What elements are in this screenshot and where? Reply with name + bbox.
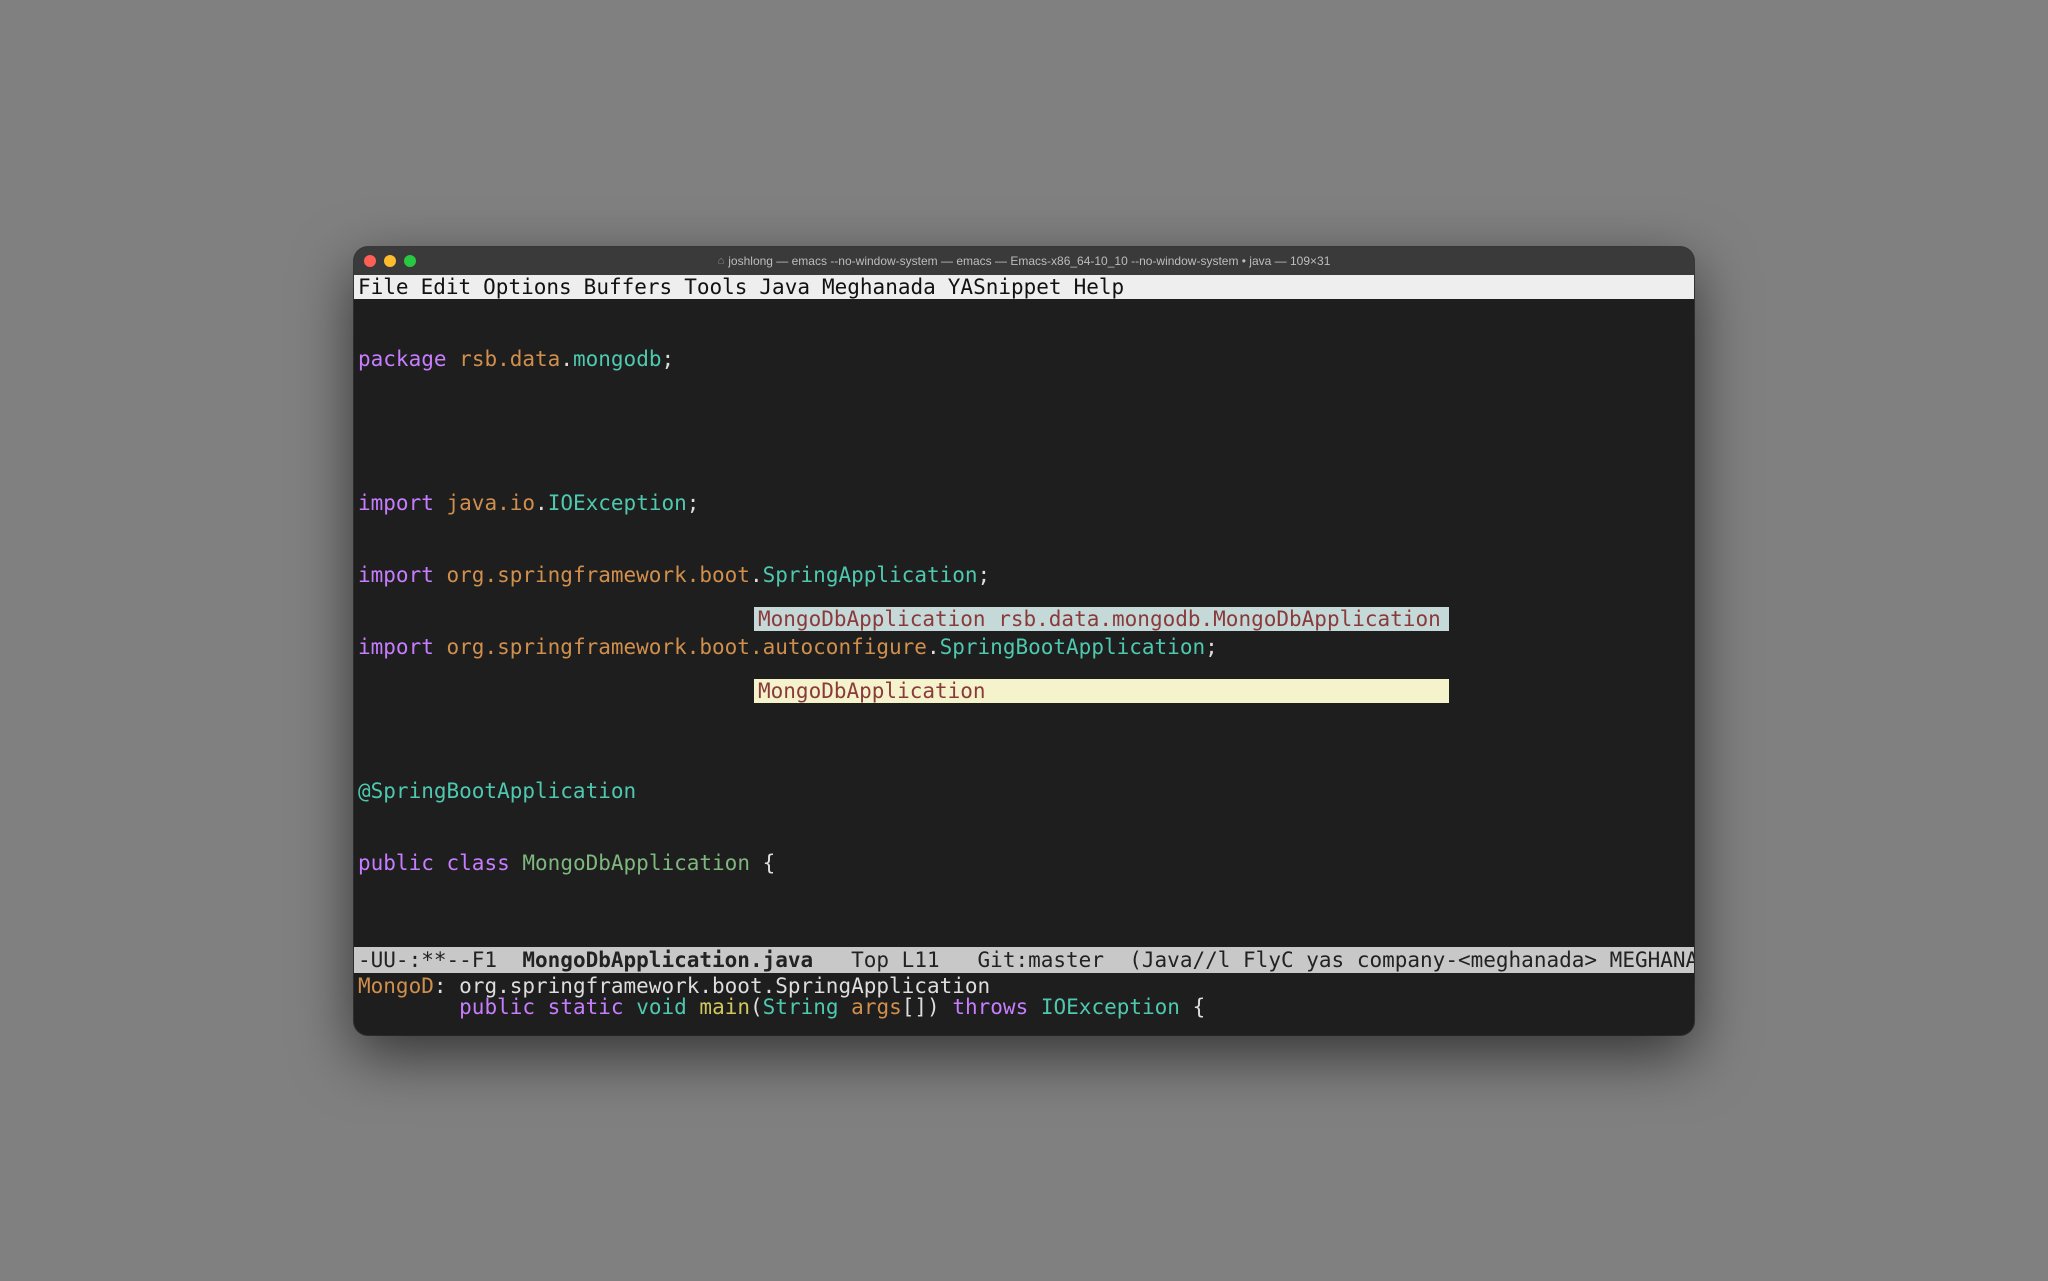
type: String [763,995,839,1019]
annotation: @SpringBootApplication [358,779,636,803]
type: IOException [1041,995,1180,1019]
code: mongodb [573,347,662,371]
code: org.springframework.boot [447,563,750,587]
code: { [1180,995,1205,1019]
menu-options[interactable]: Options [483,275,572,299]
completion-label: MongoDbApplication [758,607,986,631]
code: java.io [447,491,536,515]
keyword-import: import [358,491,434,515]
keyword-import: import [358,563,434,587]
menu-tools[interactable]: Tools [684,275,747,299]
keyword: public [358,851,434,875]
code: ; [662,347,675,371]
keyword: throws [952,995,1028,1019]
terminal-window: ⌂ joshlong — emacs --no-window-system — … [354,247,1694,1035]
keyword-package: package [358,347,447,371]
completion-item[interactable]: MongoDbApplication [754,679,1449,703]
menu-yasnippet[interactable]: YASnippet [948,275,1062,299]
keyword: static [548,995,624,1019]
method-name: main [699,995,750,1019]
menu-buffers[interactable]: Buffers [584,275,673,299]
menubar[interactable]: File Edit Options Buffers Tools Java Meg… [354,275,1694,299]
window-title: ⌂ joshlong — emacs --no-window-system — … [354,254,1694,268]
completion-item-selected[interactable]: MongoDbApplication rsb.data.mongodb.Mong… [754,607,1449,631]
window-title-text: joshlong — emacs --no-window-system — em… [728,254,1330,268]
completion-label: MongoDbApplication [758,679,986,703]
menu-meghanada[interactable]: Meghanada [822,275,936,299]
type: void [636,995,687,1019]
completion-popup[interactable]: MongoDbApplication rsb.data.mongodb.Mong… [754,559,1449,751]
keyword: class [447,851,510,875]
code: ; [687,491,700,515]
completion-meta: rsb.data.mongodb.MongoDbApplication [986,607,1441,631]
keyword-import: import [358,635,434,659]
class-name: MongoDbApplication [522,851,750,875]
code: ) [927,995,940,1019]
code: rsb.data [459,347,560,371]
minimize-icon[interactable] [384,255,396,267]
menu-edit[interactable]: Edit [421,275,472,299]
editor-buffer[interactable]: package rsb.data.mongodb; import java.io… [354,299,1694,947]
home-icon: ⌂ [718,255,725,267]
code: ( [750,995,763,1019]
window-controls [364,255,416,267]
close-icon[interactable] [364,255,376,267]
menu-java[interactable]: Java [759,275,810,299]
code: IOException [548,491,687,515]
menu-help[interactable]: Help [1074,275,1125,299]
menu-file[interactable]: File [358,275,409,299]
code: [] [902,995,927,1019]
keyword: public [459,995,535,1019]
param: args [851,995,902,1019]
code: { [750,851,775,875]
zoom-icon[interactable] [404,255,416,267]
titlebar: ⌂ joshlong — emacs --no-window-system — … [354,247,1694,275]
